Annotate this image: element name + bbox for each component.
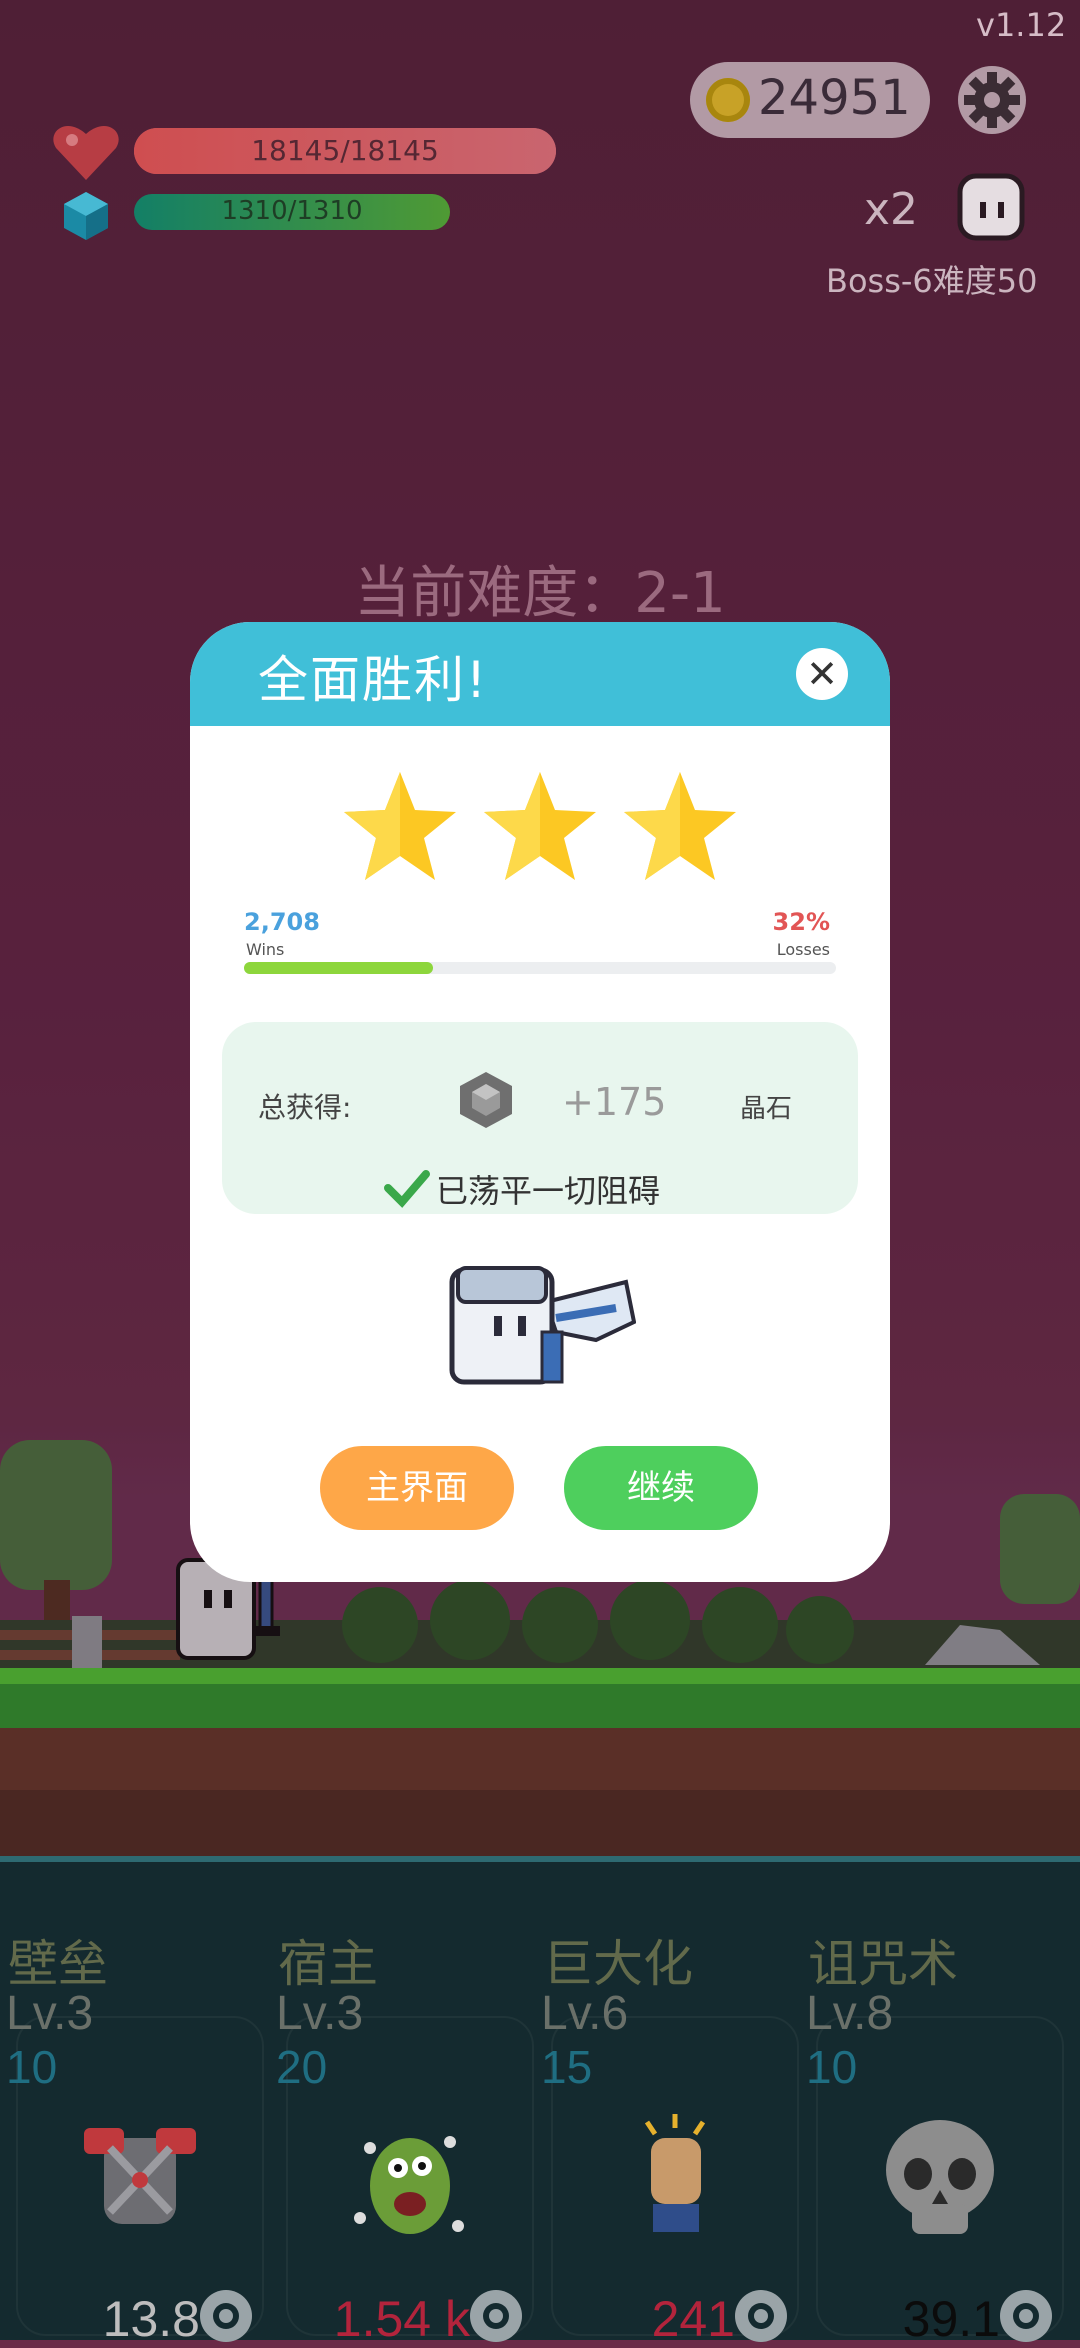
skill-level: Lv.3 (276, 1987, 364, 2040)
gear-icon[interactable] (956, 64, 1028, 136)
skill-cost: 10 (806, 2041, 858, 2093)
mana-text: 1310/1310 (221, 196, 363, 226)
crystal-icon (460, 1072, 512, 1128)
reward-label: 总获得: (258, 1091, 352, 1124)
skill-card-giant[interactable]: 巨大化 Lv.6 15 241 (535, 1858, 805, 2347)
star-icon (344, 772, 456, 880)
speed-multiplier[interactable]: x2 (864, 184, 918, 235)
skill-level: Lv.8 (806, 1987, 894, 2040)
upgrade-icon[interactable] (996, 2286, 1056, 2346)
star-icon (484, 772, 596, 880)
skill-level: Lv.6 (541, 1987, 629, 2040)
losses-value: 32% (772, 908, 830, 936)
skill-card-host[interactable]: 宿主 Lv.3 20 1.54 k (270, 1858, 540, 2347)
fist-icon (644, 2114, 706, 2232)
upgrade-icon[interactable] (196, 2286, 256, 2346)
boss-level-label: Boss-6难度50 (826, 262, 1038, 300)
losses-label: Losses (776, 940, 830, 959)
dirt-dark-layer (0, 1790, 1080, 1858)
close-button[interactable]: ✕ (796, 648, 848, 700)
coin-icon (706, 78, 750, 122)
upgrade-icon[interactable] (731, 2286, 791, 2346)
heart-icon (53, 126, 119, 180)
mana-gem-icon (64, 192, 108, 240)
skill-cost: 20 (276, 2041, 328, 2093)
monster-icon (354, 2136, 464, 2234)
skill-value: 13.8 (102, 2291, 200, 2347)
skull-icon (886, 2120, 994, 2234)
armor-icon (84, 2128, 196, 2224)
version-label: v1.12 (976, 6, 1067, 44)
reward-unit: 晶石 (740, 1094, 793, 1124)
skill-level: Lv.3 (6, 1987, 94, 2040)
upgrade-icon[interactable] (466, 2286, 526, 2346)
checkmark-icon (384, 1170, 430, 1208)
star-icon (624, 772, 736, 880)
skill-cost: 10 (6, 2041, 58, 2093)
skill-cost: 15 (541, 2041, 593, 2093)
victory-title: 全面胜利! (258, 651, 489, 709)
reward-amount: +175 (562, 1080, 667, 1124)
skill-value: 1.54 k (333, 2291, 470, 2347)
skill-card-barrier[interactable]: 壁垒 Lv.3 10 13.8 (0, 1858, 270, 2347)
skill-value: 241 (651, 2291, 735, 2347)
hp-text: 18145/18145 (251, 134, 439, 167)
skill-value: 39.1 (902, 2291, 1000, 2347)
winged-hero-icon (449, 1266, 636, 1385)
cleared-message: 已荡平一切阻碍 (436, 1172, 661, 1210)
close-icon: ✕ (806, 652, 838, 696)
win-loss-progress-fill (244, 962, 433, 974)
main-menu-button[interactable]: 主界面 (320, 1446, 514, 1530)
wins-value: 2,708 (244, 908, 320, 936)
skill-card-curse[interactable]: 诅咒术 Lv.8 10 39.1 (800, 1858, 1070, 2347)
continue-button[interactable]: 继续 (564, 1446, 758, 1530)
wins-label: Wins (246, 940, 285, 959)
current-difficulty: 当前难度：2-1 (354, 561, 726, 626)
coin-value: 24951 (758, 70, 911, 126)
ghost-icon[interactable] (956, 172, 1026, 242)
grass-top (0, 1668, 1080, 1684)
